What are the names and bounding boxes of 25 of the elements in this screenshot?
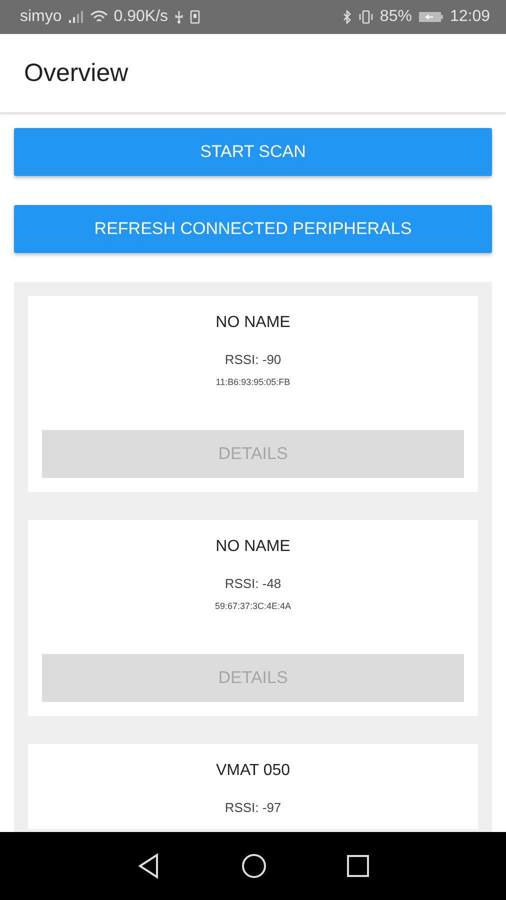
phone-icon bbox=[190, 10, 200, 24]
device-name: VMAT 050 bbox=[216, 762, 290, 780]
device-address: 11:B6:93:95:05:FB bbox=[216, 377, 290, 387]
device-name: NO NAME bbox=[216, 538, 290, 556]
home-icon bbox=[241, 853, 267, 879]
usb-icon bbox=[174, 10, 184, 24]
bluetooth-icon bbox=[342, 10, 352, 24]
vibrate-icon bbox=[358, 10, 374, 24]
battery-percent: 85% bbox=[380, 8, 412, 26]
device-name: NO NAME bbox=[216, 314, 290, 332]
screen-title: Overview bbox=[24, 58, 128, 88]
device-rssi: RSSI: -48 bbox=[224, 576, 282, 591]
carrier-name: simyo bbox=[20, 8, 62, 26]
recents-icon bbox=[347, 855, 369, 877]
clock-time: 12:09 bbox=[450, 8, 490, 26]
network-speed: 0.90K/s bbox=[114, 8, 168, 26]
action-button[interactable]: REFRESH CONNECTED PERIPHERALS bbox=[14, 205, 492, 253]
action-button[interactable]: START SCAN bbox=[14, 128, 492, 176]
device-rssi: RSSI: -90 bbox=[224, 352, 282, 367]
signal-icon bbox=[68, 10, 84, 24]
device-address: 59:67:37:3C:4E:4A bbox=[214, 601, 292, 611]
back-icon bbox=[137, 853, 161, 879]
battery-icon bbox=[418, 10, 444, 24]
device-rssi: RSSI: -97 bbox=[224, 800, 282, 815]
wifi-icon bbox=[90, 10, 108, 24]
